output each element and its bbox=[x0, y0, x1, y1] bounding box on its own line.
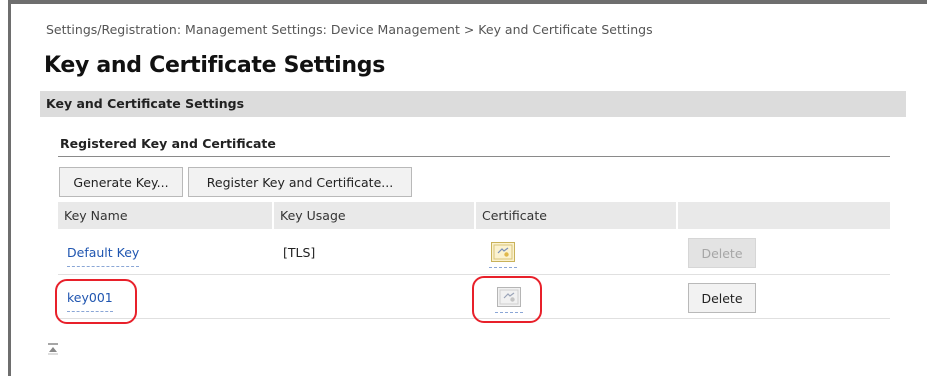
delete-button-disabled: Delete bbox=[688, 238, 756, 268]
scroll-to-top-icon-graphic bbox=[48, 343, 58, 355]
generate-key-button[interactable]: Generate Key... bbox=[59, 167, 183, 197]
column-header-actions bbox=[678, 202, 890, 229]
key-name-link-default-key[interactable]: Default Key bbox=[67, 245, 140, 267]
column-header-label: Certificate bbox=[482, 208, 547, 223]
certificate-icon-graphic bbox=[491, 242, 515, 262]
register-key-and-certificate-button[interactable]: Register Key and Certificate... bbox=[188, 167, 412, 197]
window-frame-left bbox=[8, 0, 11, 376]
section-header: Key and Certificate Settings bbox=[40, 91, 906, 117]
key-usage-value: [TLS] bbox=[283, 245, 316, 260]
breadcrumb: Settings/Registration: Management Settin… bbox=[46, 22, 653, 37]
page-title: Key and Certificate Settings bbox=[44, 53, 386, 78]
registered-key-heading: Registered Key and Certificate bbox=[60, 136, 276, 151]
column-header-certificate: Certificate bbox=[476, 202, 676, 229]
section-header-title: Key and Certificate Settings bbox=[46, 96, 245, 111]
scroll-to-top-icon[interactable] bbox=[46, 341, 60, 355]
delete-button[interactable]: Delete bbox=[688, 283, 756, 313]
window-frame-top bbox=[8, 0, 927, 4]
heading-divider bbox=[58, 156, 890, 157]
column-header-key-name: Key Name bbox=[58, 202, 272, 229]
column-header-key-usage: Key Usage bbox=[274, 202, 474, 229]
certificate-icon[interactable] bbox=[489, 242, 517, 268]
annotation-highlight-key-name bbox=[55, 279, 137, 324]
column-header-label: Key Usage bbox=[280, 208, 346, 223]
column-header-label: Key Name bbox=[64, 208, 128, 223]
annotation-highlight-certificate bbox=[472, 276, 542, 323]
row-divider bbox=[58, 274, 890, 275]
